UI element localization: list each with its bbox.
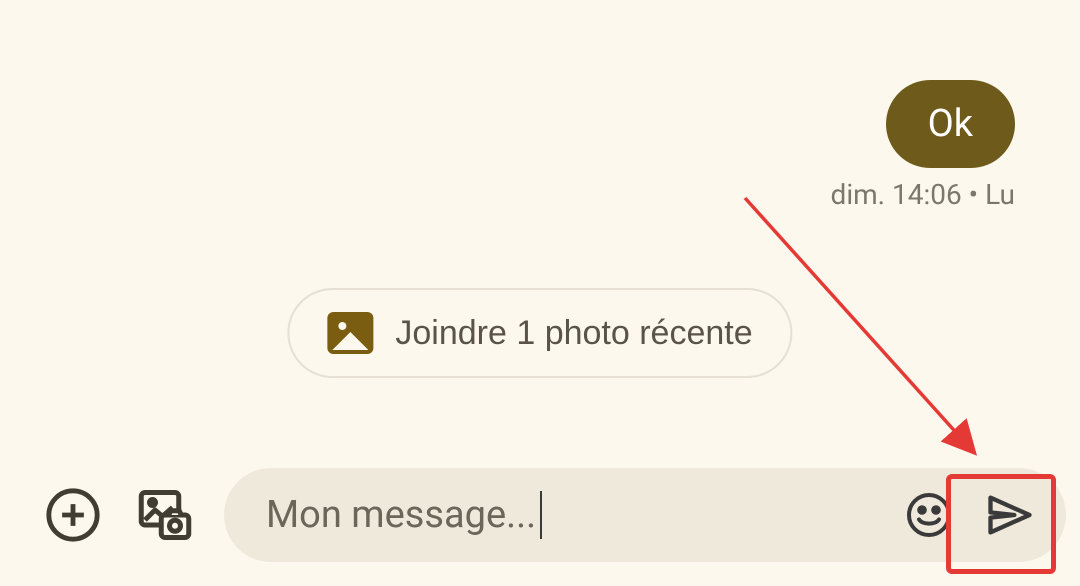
- message-input[interactable]: Mon message...: [224, 468, 1066, 562]
- gallery-button[interactable]: [132, 482, 198, 548]
- message-meta: dim. 14:06 • Lu: [831, 178, 1015, 211]
- message-text: Ok: [928, 102, 973, 146]
- emoji-icon: [905, 491, 953, 539]
- message-input-text: Mon message...: [266, 491, 888, 539]
- input-bar: Mon message...: [0, 460, 1080, 570]
- attach-suggestion-label: Joindre 1 photo récente: [395, 314, 752, 353]
- plus-circle-icon: [44, 486, 102, 544]
- text-cursor: [540, 491, 542, 539]
- attach-recent-photo-button[interactable]: Joindre 1 photo récente: [287, 288, 792, 378]
- photo-icon: [327, 312, 373, 354]
- gallery-camera-icon: [135, 485, 195, 545]
- send-button[interactable]: [970, 475, 1050, 555]
- outgoing-message-bubble[interactable]: Ok: [886, 80, 1015, 168]
- add-attachment-button[interactable]: [40, 482, 106, 548]
- emoji-button[interactable]: [900, 486, 958, 544]
- send-icon: [984, 489, 1036, 541]
